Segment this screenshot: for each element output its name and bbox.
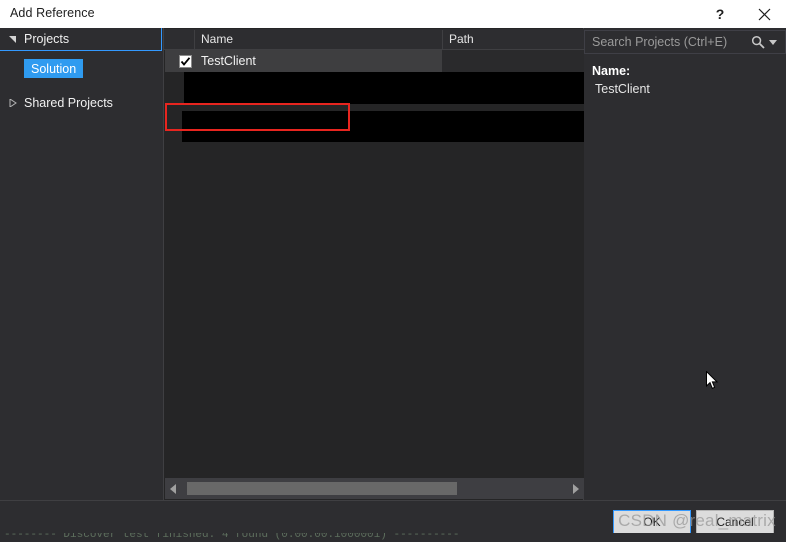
redaction-block bbox=[184, 72, 596, 104]
detail-name-value: TestClient bbox=[595, 82, 650, 96]
sidebar-item-solution[interactable]: Solution bbox=[24, 59, 84, 78]
search-box[interactable]: Search Projects (Ctrl+E) bbox=[584, 30, 786, 54]
list-body: TestClient bbox=[164, 50, 596, 478]
close-icon bbox=[758, 8, 771, 21]
background-output-text: -------- Discover test finished: 4 found… bbox=[4, 533, 460, 541]
column-divider[interactable] bbox=[194, 30, 195, 50]
category-tree: Projects Solution Shared Projects bbox=[0, 28, 162, 500]
ok-button[interactable]: OK bbox=[613, 510, 691, 534]
help-button[interactable]: ? bbox=[698, 0, 742, 28]
sidebar-item-solution-label: Solution bbox=[31, 61, 77, 76]
detail-panel: Search Projects (Ctrl+E) Name: TestClien… bbox=[584, 28, 786, 500]
question-mark-icon: ? bbox=[715, 6, 725, 22]
search-icon[interactable] bbox=[751, 35, 765, 49]
table-row[interactable]: TestClient bbox=[165, 50, 442, 72]
triangle-down-icon bbox=[6, 35, 20, 43]
scroll-right-icon[interactable] bbox=[567, 478, 584, 499]
column-header-path[interactable]: Path bbox=[449, 32, 474, 46]
column-header-name[interactable]: Name bbox=[201, 32, 233, 46]
table-row-name: TestClient bbox=[201, 54, 256, 68]
sidebar-item-shared-projects[interactable]: Shared Projects bbox=[0, 91, 162, 114]
cancel-button[interactable]: Cancel bbox=[696, 510, 774, 534]
ok-button-label: OK bbox=[643, 515, 661, 529]
title-bar: Add Reference ? bbox=[0, 0, 786, 28]
horizontal-scrollbar[interactable] bbox=[165, 478, 584, 499]
triangle-right-icon bbox=[6, 98, 20, 107]
dialog-body: Projects Solution Shared Projects Name P… bbox=[0, 28, 786, 500]
chevron-down-icon[interactable] bbox=[769, 39, 777, 45]
window-title: Add Reference bbox=[10, 6, 95, 20]
background-output-strip: -------- Discover test finished: 4 found… bbox=[0, 533, 786, 541]
reference-list-panel: Name Path TestClient bbox=[163, 28, 596, 500]
row-checkbox[interactable] bbox=[179, 54, 192, 68]
sidebar-item-shared-projects-label: Shared Projects bbox=[24, 95, 113, 110]
column-divider[interactable] bbox=[442, 30, 443, 50]
sidebar-item-projects[interactable]: Projects bbox=[0, 28, 162, 51]
redaction-block bbox=[182, 111, 595, 142]
search-input[interactable]: Search Projects (Ctrl+E) bbox=[592, 35, 751, 49]
scrollbar-thumb[interactable] bbox=[187, 482, 457, 495]
detail-name-label: Name: bbox=[592, 64, 631, 78]
scroll-left-icon[interactable] bbox=[165, 478, 182, 499]
table-row-path-cell bbox=[442, 50, 584, 72]
sidebar-item-projects-label: Projects bbox=[24, 32, 70, 46]
cancel-button-label: Cancel bbox=[716, 515, 754, 529]
close-button[interactable] bbox=[742, 0, 786, 28]
list-column-headers: Name Path bbox=[164, 29, 585, 50]
